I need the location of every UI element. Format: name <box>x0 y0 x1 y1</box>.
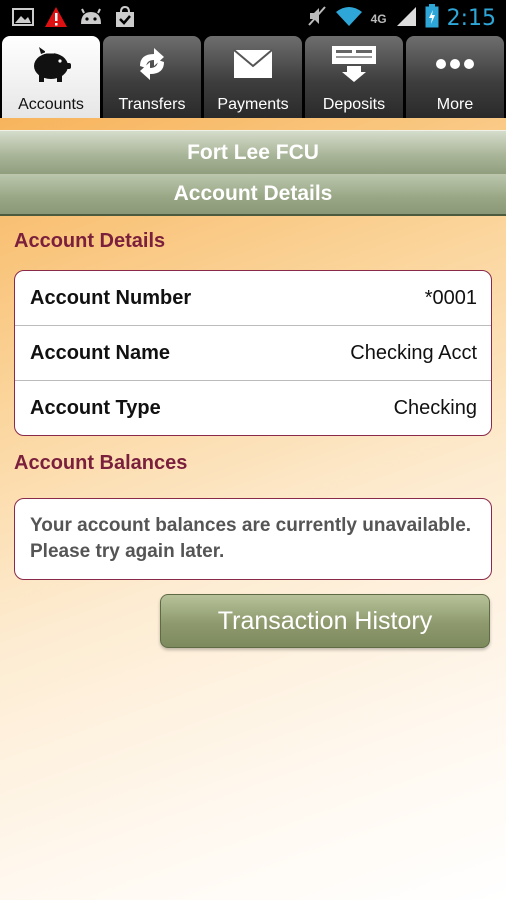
account-details-card: Account Number *0001 Account Name Checki… <box>14 270 492 436</box>
android-icon <box>78 7 104 32</box>
status-bar: 4G 2:15 <box>0 0 506 34</box>
transfer-arrows-icon <box>103 42 201 86</box>
transaction-history-button[interactable]: Transaction History <box>160 594 490 648</box>
detail-row-account-name: Account Name Checking Acct <box>15 325 491 380</box>
detail-label: Account Number <box>30 286 192 309</box>
deposit-check-icon <box>305 42 403 86</box>
account-details-heading: Account Details <box>14 230 166 252</box>
tab-label: Accounts <box>18 96 84 113</box>
detail-row-account-number: Account Number *0001 <box>15 271 491 325</box>
detail-label: Account Type <box>30 396 161 419</box>
tab-accounts[interactable]: Accounts <box>2 36 100 118</box>
tab-deposits[interactable]: Deposits <box>305 36 403 118</box>
tab-payments[interactable]: Payments <box>204 36 302 118</box>
detail-value: Checking Acct <box>350 341 477 364</box>
tab-label: Payments <box>217 96 289 113</box>
signal-icon <box>395 5 417 32</box>
mute-icon <box>307 5 327 32</box>
account-balances-card: Your account balances are currently unav… <box>14 498 492 580</box>
envelope-icon <box>204 42 302 86</box>
main-content: Fort Lee FCU Account Details Account Det… <box>0 118 506 900</box>
tab-label: More <box>436 96 474 113</box>
page-title: Account Details <box>0 174 506 216</box>
institution-header: Fort Lee FCU <box>0 130 506 175</box>
account-balances-heading: Account Balances <box>14 452 188 474</box>
shopping-bag-icon <box>114 5 136 33</box>
tab-transfers[interactable]: Transfers <box>103 36 201 118</box>
detail-row-account-type: Account Type Checking <box>15 380 491 435</box>
battery-icon <box>425 4 439 33</box>
piggy-bank-icon <box>2 42 100 86</box>
more-dots-icon <box>406 42 504 86</box>
tab-bar: Accounts Transfers Payments Deposits Mor… <box>0 34 506 118</box>
detail-value: Checking <box>393 396 477 419</box>
tab-label: Transfers <box>118 96 186 113</box>
detail-label: Account Name <box>30 341 171 364</box>
network-type: 4G <box>370 11 387 26</box>
warning-icon <box>44 6 68 33</box>
wifi-icon <box>335 5 363 32</box>
detail-value: *0001 <box>424 286 477 309</box>
gallery-icon <box>12 7 34 32</box>
tab-more[interactable]: More <box>406 36 504 118</box>
clock: 2:15 <box>446 6 496 31</box>
tab-label: Deposits <box>322 96 386 113</box>
balances-message: Your account balances are currently unav… <box>30 515 472 562</box>
